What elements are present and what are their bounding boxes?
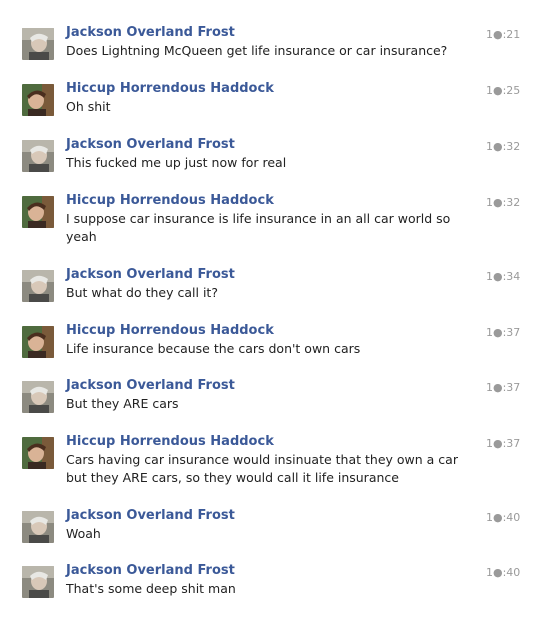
message-text: That's some deep shit man bbox=[66, 581, 236, 596]
message-item: Hiccup Horrendous Haddock Cars having ca… bbox=[0, 433, 540, 499]
message-timestamp: 1●:21 bbox=[486, 28, 521, 41]
avatar[interactable] bbox=[22, 511, 54, 543]
message-timestamp: 1●:37 bbox=[486, 437, 521, 450]
message-text: Does Lightning McQueen get life insuranc… bbox=[66, 43, 448, 58]
avatar[interactable] bbox=[22, 566, 54, 598]
message-item: Hiccup Horrendous Haddock Life insurance… bbox=[0, 322, 540, 370]
message-item: Hiccup Horrendous Haddock Oh shit 1●:25 bbox=[0, 80, 540, 128]
message-timestamp: 1●:34 bbox=[486, 270, 521, 283]
message-timestamp: 1●:25 bbox=[486, 84, 521, 97]
message-author[interactable]: Jackson Overland Frost bbox=[66, 507, 235, 524]
message-timestamp: 1●:40 bbox=[486, 511, 521, 524]
avatar[interactable] bbox=[22, 140, 54, 172]
message-timestamp: 1●:37 bbox=[486, 381, 521, 394]
message-author[interactable]: Hiccup Horrendous Haddock bbox=[66, 433, 274, 450]
message-text: But what do they call it? bbox=[66, 285, 218, 300]
message-item: Jackson Overland Frost Woah 1●:40 bbox=[0, 507, 540, 555]
message-author[interactable]: Jackson Overland Frost bbox=[66, 24, 235, 41]
message-item: Jackson Overland Frost But what do they … bbox=[0, 266, 540, 314]
message-author[interactable]: Hiccup Horrendous Haddock bbox=[66, 80, 274, 97]
message-text: Cars having car insurance would insinuat… bbox=[66, 452, 458, 485]
message-timestamp: 1●:32 bbox=[486, 196, 521, 209]
message-item: Jackson Overland Frost This fucked me up… bbox=[0, 136, 540, 184]
message-author[interactable]: Jackson Overland Frost bbox=[66, 377, 235, 394]
chat-log: Jackson Overland Frost Does Lightning Mc… bbox=[0, 0, 540, 628]
message-item: Hiccup Horrendous Haddock I suppose car … bbox=[0, 192, 540, 258]
message-text: Woah bbox=[66, 526, 101, 541]
message-author[interactable]: Jackson Overland Frost bbox=[66, 136, 235, 153]
avatar[interactable] bbox=[22, 28, 54, 60]
avatar[interactable] bbox=[22, 381, 54, 413]
message-timestamp: 1●:37 bbox=[486, 326, 521, 339]
avatar[interactable] bbox=[22, 437, 54, 469]
message-item: Jackson Overland Frost Does Lightning Mc… bbox=[0, 24, 540, 72]
message-text: This fucked me up just now for real bbox=[66, 155, 287, 170]
message-author[interactable]: Jackson Overland Frost bbox=[66, 266, 235, 283]
avatar[interactable] bbox=[22, 270, 54, 302]
avatar[interactable] bbox=[22, 84, 54, 116]
message-timestamp: 1●:40 bbox=[486, 566, 521, 579]
avatar[interactable] bbox=[22, 196, 54, 228]
message-item: Jackson Overland Frost But they ARE cars… bbox=[0, 377, 540, 425]
message-author[interactable]: Hiccup Horrendous Haddock bbox=[66, 192, 274, 209]
message-text: I suppose car insurance is life insuranc… bbox=[66, 211, 451, 244]
message-text: But they ARE cars bbox=[66, 396, 179, 411]
message-text: Oh shit bbox=[66, 99, 111, 114]
message-author[interactable]: Hiccup Horrendous Haddock bbox=[66, 322, 274, 339]
message-text: Life insurance because the cars don't ow… bbox=[66, 341, 361, 356]
message-timestamp: 1●:32 bbox=[486, 140, 521, 153]
avatar[interactable] bbox=[22, 326, 54, 358]
message-item: Jackson Overland Frost That's some deep … bbox=[0, 562, 540, 610]
message-author[interactable]: Jackson Overland Frost bbox=[66, 562, 235, 579]
